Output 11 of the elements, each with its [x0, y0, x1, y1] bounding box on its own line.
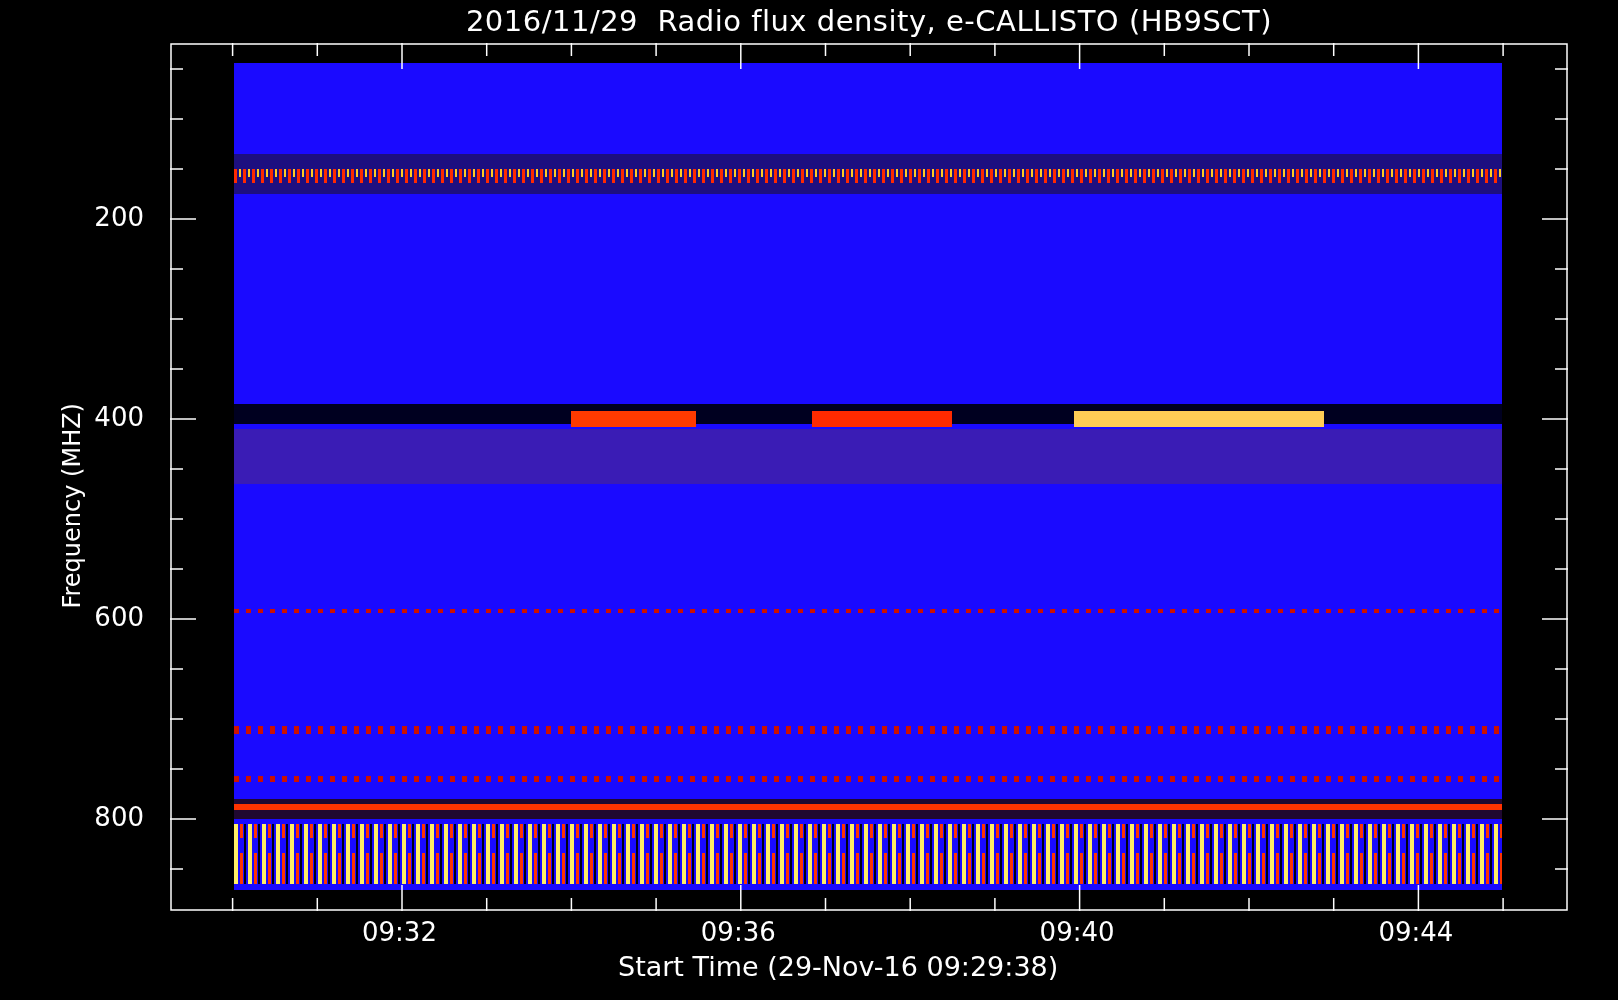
- x-tick-label: 09:36: [700, 916, 776, 947]
- y-axis-label: Frequency (MHZ): [58, 402, 86, 609]
- x-tick-label: 09:32: [362, 916, 437, 947]
- x-axis-label: Start Time (29-Nov-16 09:29:38): [618, 950, 1059, 982]
- y-tick-label: 400: [94, 401, 144, 432]
- y-tick-label: 200: [94, 201, 144, 232]
- x-tick-label: 09:44: [1378, 916, 1454, 947]
- y-tick-label: 600: [94, 601, 144, 632]
- x-tick-label: 09:40: [1039, 916, 1115, 947]
- y-tick-label: 800: [94, 801, 144, 832]
- chart-title: 2016/11/29 Radio flux density, e-CALLISTO (HB9SCT): [465, 4, 1273, 39]
